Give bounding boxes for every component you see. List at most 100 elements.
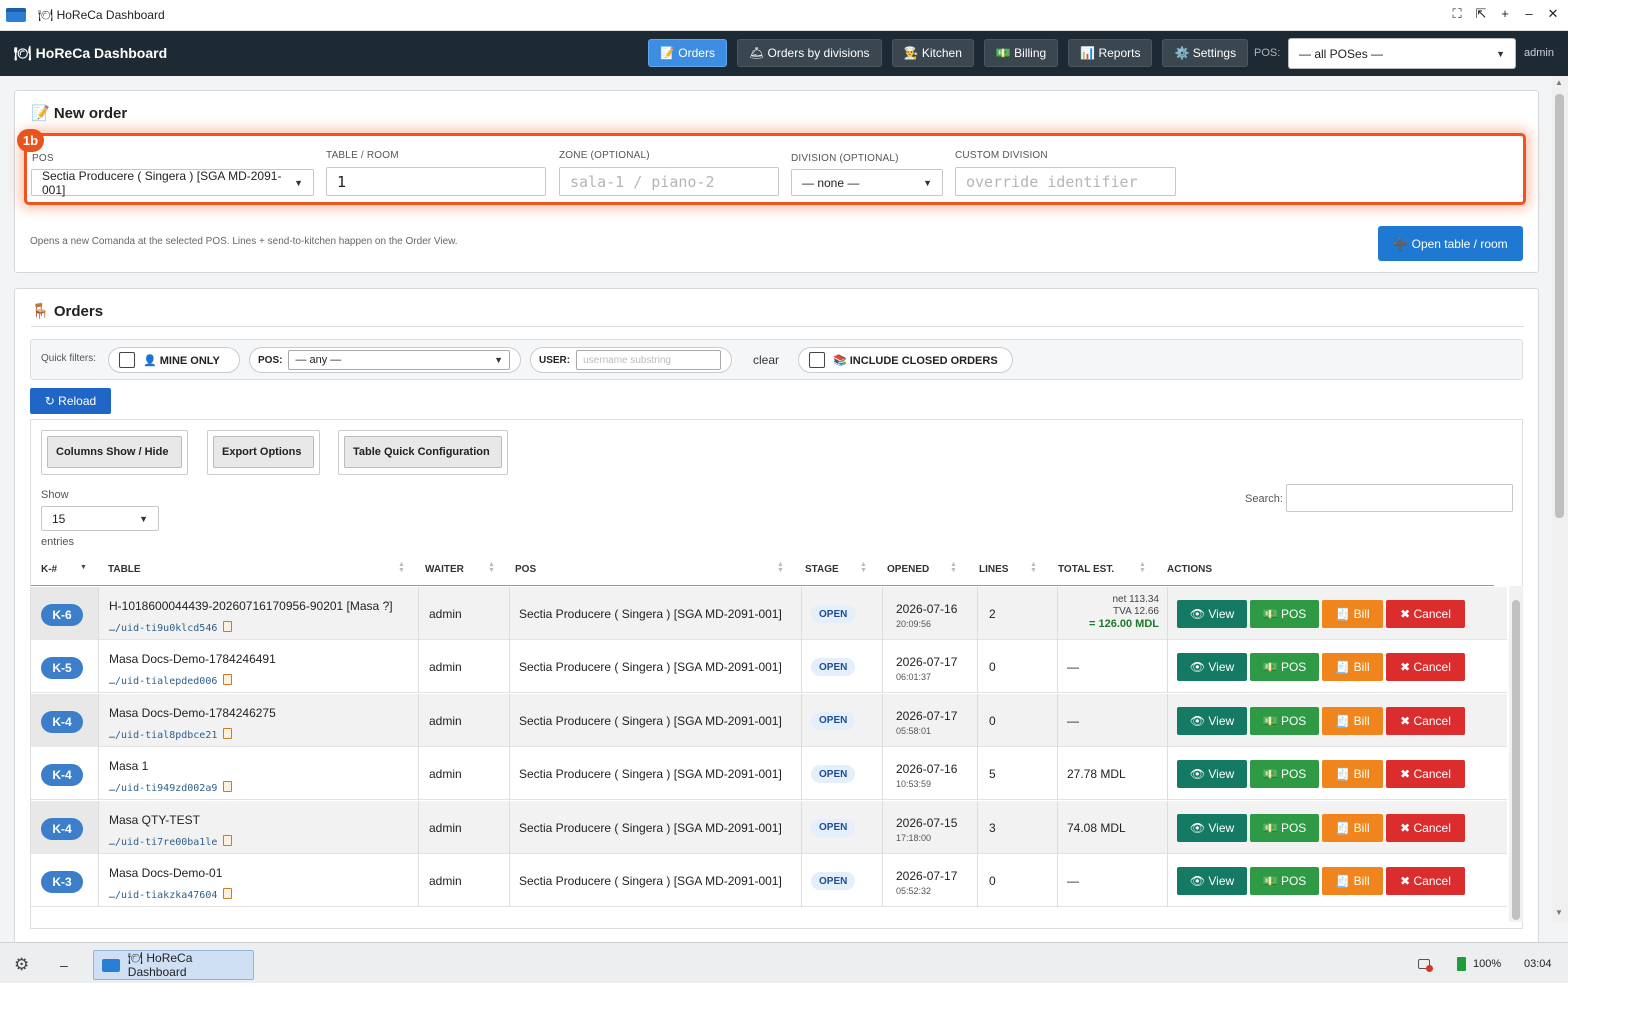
bill-button[interactable]: 🧾 Bill xyxy=(1322,760,1383,789)
search-input[interactable] xyxy=(1286,484,1513,512)
k-number-badge[interactable]: K-4 xyxy=(41,817,83,840)
page-scrollbar[interactable]: ▲ ▼ xyxy=(1552,76,1568,922)
include-closed-filter[interactable]: 📚 INCLUDE CLOSED ORDERS xyxy=(798,347,1013,373)
bill-button[interactable]: 🧾 Bill xyxy=(1322,600,1383,628)
bill-button[interactable]: 🧾 Bill xyxy=(1322,813,1383,842)
copy-clipboard-icon[interactable] xyxy=(223,727,233,739)
waiter-cell: admin xyxy=(429,767,462,782)
cell-divider xyxy=(98,693,99,747)
columns-show-hide-button[interactable]: Columns Show / Hide xyxy=(47,436,182,468)
stage-badge: OPEN xyxy=(811,765,856,784)
maximize-icon[interactable]: + xyxy=(1498,6,1512,22)
pos-button[interactable]: 💵 POS xyxy=(1250,760,1319,789)
pos-button[interactable]: 💵 POS xyxy=(1250,813,1319,842)
bill-button[interactable]: 🧾 Bill xyxy=(1322,867,1383,895)
cancel-button[interactable]: ✖ Cancel xyxy=(1386,706,1465,735)
view-button[interactable]: 👁 View xyxy=(1177,653,1247,682)
col-pos[interactable]: POS xyxy=(515,564,536,575)
cancel-button[interactable]: ✖ Cancel xyxy=(1386,867,1465,895)
user-filter-input[interactable]: username substring xyxy=(576,350,721,370)
table-row[interactable]: K-4 Masa QTY-TEST …/uid-ti7re00ba1le admin S… xyxy=(31,800,1507,854)
col-stage[interactable]: STAGE xyxy=(805,564,839,575)
reload-button[interactable]: ↻ Reload xyxy=(30,388,111,414)
table-row[interactable]: K-3 Masa Docs-Demo-01 …/uid-tiakzka47604 ad… xyxy=(31,854,1507,907)
nav-settings-button[interactable]: ⚙️ Settings xyxy=(1162,39,1249,67)
view-button[interactable]: 👁 View xyxy=(1177,706,1247,735)
col-k[interactable]: K-# xyxy=(41,564,57,575)
taskbar-app-button[interactable]: 🍽 HoReCa Dashboard xyxy=(93,950,254,980)
copy-clipboard-icon[interactable] xyxy=(223,888,233,899)
table-scrollbar[interactable] xyxy=(1509,586,1523,922)
col-opened[interactable]: OPENED xyxy=(887,564,929,575)
division-select[interactable]: — none — ▼ xyxy=(791,169,943,196)
col-waiter[interactable]: WAITER xyxy=(425,564,464,575)
page-length-select[interactable]: 15 ▼ xyxy=(41,506,159,531)
nav-billing-button[interactable]: 💵 Billing xyxy=(983,39,1059,67)
minimize-icon[interactable]: – xyxy=(1522,6,1536,22)
k-number-badge[interactable]: K-4 xyxy=(41,710,83,733)
cancel-button[interactable]: ✖ Cancel xyxy=(1386,600,1465,628)
table-row[interactable]: K-4 Masa Docs-Demo-1784246275 …/uid-tial8p… xyxy=(31,693,1507,747)
pos-button[interactable]: 💵 POS xyxy=(1250,653,1319,682)
k-number-badge[interactable]: K-3 xyxy=(41,871,83,893)
close-icon[interactable]: ✕ xyxy=(1546,6,1560,22)
k-number-badge[interactable]: K-4 xyxy=(41,764,83,787)
restore-icon[interactable]: ⇱ xyxy=(1474,6,1488,22)
nav-user[interactable]: admin xyxy=(1524,47,1554,59)
nav-reports-button[interactable]: 📊 Reports xyxy=(1068,39,1153,67)
pos-button[interactable]: 💵 POS xyxy=(1250,706,1319,735)
scroll-up-icon[interactable]: ▲ xyxy=(1555,78,1563,87)
copy-clipboard-icon[interactable] xyxy=(223,621,233,632)
bill-button[interactable]: 🧾 Bill xyxy=(1322,706,1383,735)
view-button[interactable]: 👁 View xyxy=(1177,867,1247,895)
cancel-button[interactable]: ✖ Cancel xyxy=(1386,653,1465,682)
cancel-button[interactable]: ✖ Cancel xyxy=(1386,760,1465,789)
pos-filter-select[interactable]: — any — ▼ xyxy=(288,350,510,370)
table-scrollbar-thumb[interactable] xyxy=(1512,600,1520,920)
sort-icon: ▲ ▼ xyxy=(488,561,495,574)
nav-kitchen-button[interactable]: 👨‍🍳 Kitchen xyxy=(891,39,974,67)
gear-icon[interactable]: ⚙ xyxy=(14,955,29,975)
table-row[interactable]: K-4 Masa 1 …/uid-ti949zd002a9 admin Sectia P… xyxy=(31,747,1507,801)
page-scrollbar-thumb[interactable] xyxy=(1555,94,1564,518)
nav-orders-button[interactable]: 📝 Orders xyxy=(648,39,727,67)
k-number-badge[interactable]: K-5 xyxy=(41,657,83,680)
cancel-button[interactable]: ✖ Cancel xyxy=(1386,813,1465,842)
include-closed-checkbox[interactable] xyxy=(809,352,825,368)
total-cell: — xyxy=(1067,874,1079,888)
battery-icon[interactable] xyxy=(1457,957,1466,971)
view-button[interactable]: 👁 View xyxy=(1177,760,1247,789)
mine-only-filter[interactable]: 👤 MINE ONLY xyxy=(108,347,240,373)
minimize-all-icon[interactable]: – xyxy=(60,957,68,973)
copy-clipboard-icon[interactable] xyxy=(223,781,233,793)
col-table[interactable]: TABLE xyxy=(108,564,141,575)
table-quick-config-button[interactable]: Table Quick Configuration xyxy=(344,436,502,468)
nav-pos-select[interactable]: — all POSes — ▼ xyxy=(1288,38,1516,69)
pos-button[interactable]: 💵 POS xyxy=(1250,867,1319,895)
fullscreen-icon[interactable]: ⛶ xyxy=(1450,6,1464,22)
open-table-button[interactable]: ➕ Open table / room xyxy=(1378,226,1523,261)
cell-divider xyxy=(509,854,510,907)
view-button[interactable]: 👁 View xyxy=(1177,813,1247,842)
pos-select[interactable]: Sectia Producere ( Singera ) [SGA MD-209… xyxy=(31,169,314,197)
pos-button[interactable]: 💵 POS xyxy=(1250,600,1319,628)
copy-clipboard-icon[interactable] xyxy=(223,674,233,686)
k-number-badge[interactable]: K-6 xyxy=(41,604,83,626)
brand-title[interactable]: 🍽 HoReCa Dashboard xyxy=(14,45,167,62)
nav-orders-by-divisions-button[interactable]: 🛎 Orders by divisions xyxy=(736,39,882,67)
export-options-button[interactable]: Export Options xyxy=(213,436,314,468)
zone-input[interactable]: sala-1 / piano-2 xyxy=(559,167,779,196)
table-row[interactable]: K-6 H-1018600044439-20260716170956-90201 … xyxy=(31,587,1507,640)
table-room-input[interactable]: 1 xyxy=(326,167,546,196)
bill-button[interactable]: 🧾 Bill xyxy=(1322,653,1383,682)
clear-filters-link[interactable]: clear xyxy=(753,353,779,367)
col-total[interactable]: TOTAL EST. xyxy=(1058,564,1114,575)
scroll-down-icon[interactable]: ▼ xyxy=(1555,908,1563,917)
col-lines[interactable]: LINES xyxy=(979,564,1008,575)
custom-division-input[interactable]: override identifier xyxy=(955,167,1176,196)
copy-clipboard-icon[interactable] xyxy=(223,834,233,846)
mine-only-checkbox[interactable] xyxy=(119,352,135,368)
network-icon[interactable] xyxy=(1418,959,1433,972)
table-row[interactable]: K-5 Masa Docs-Demo-1784246491 …/uid-tialep… xyxy=(31,640,1507,694)
view-button[interactable]: 👁 View xyxy=(1177,600,1247,628)
